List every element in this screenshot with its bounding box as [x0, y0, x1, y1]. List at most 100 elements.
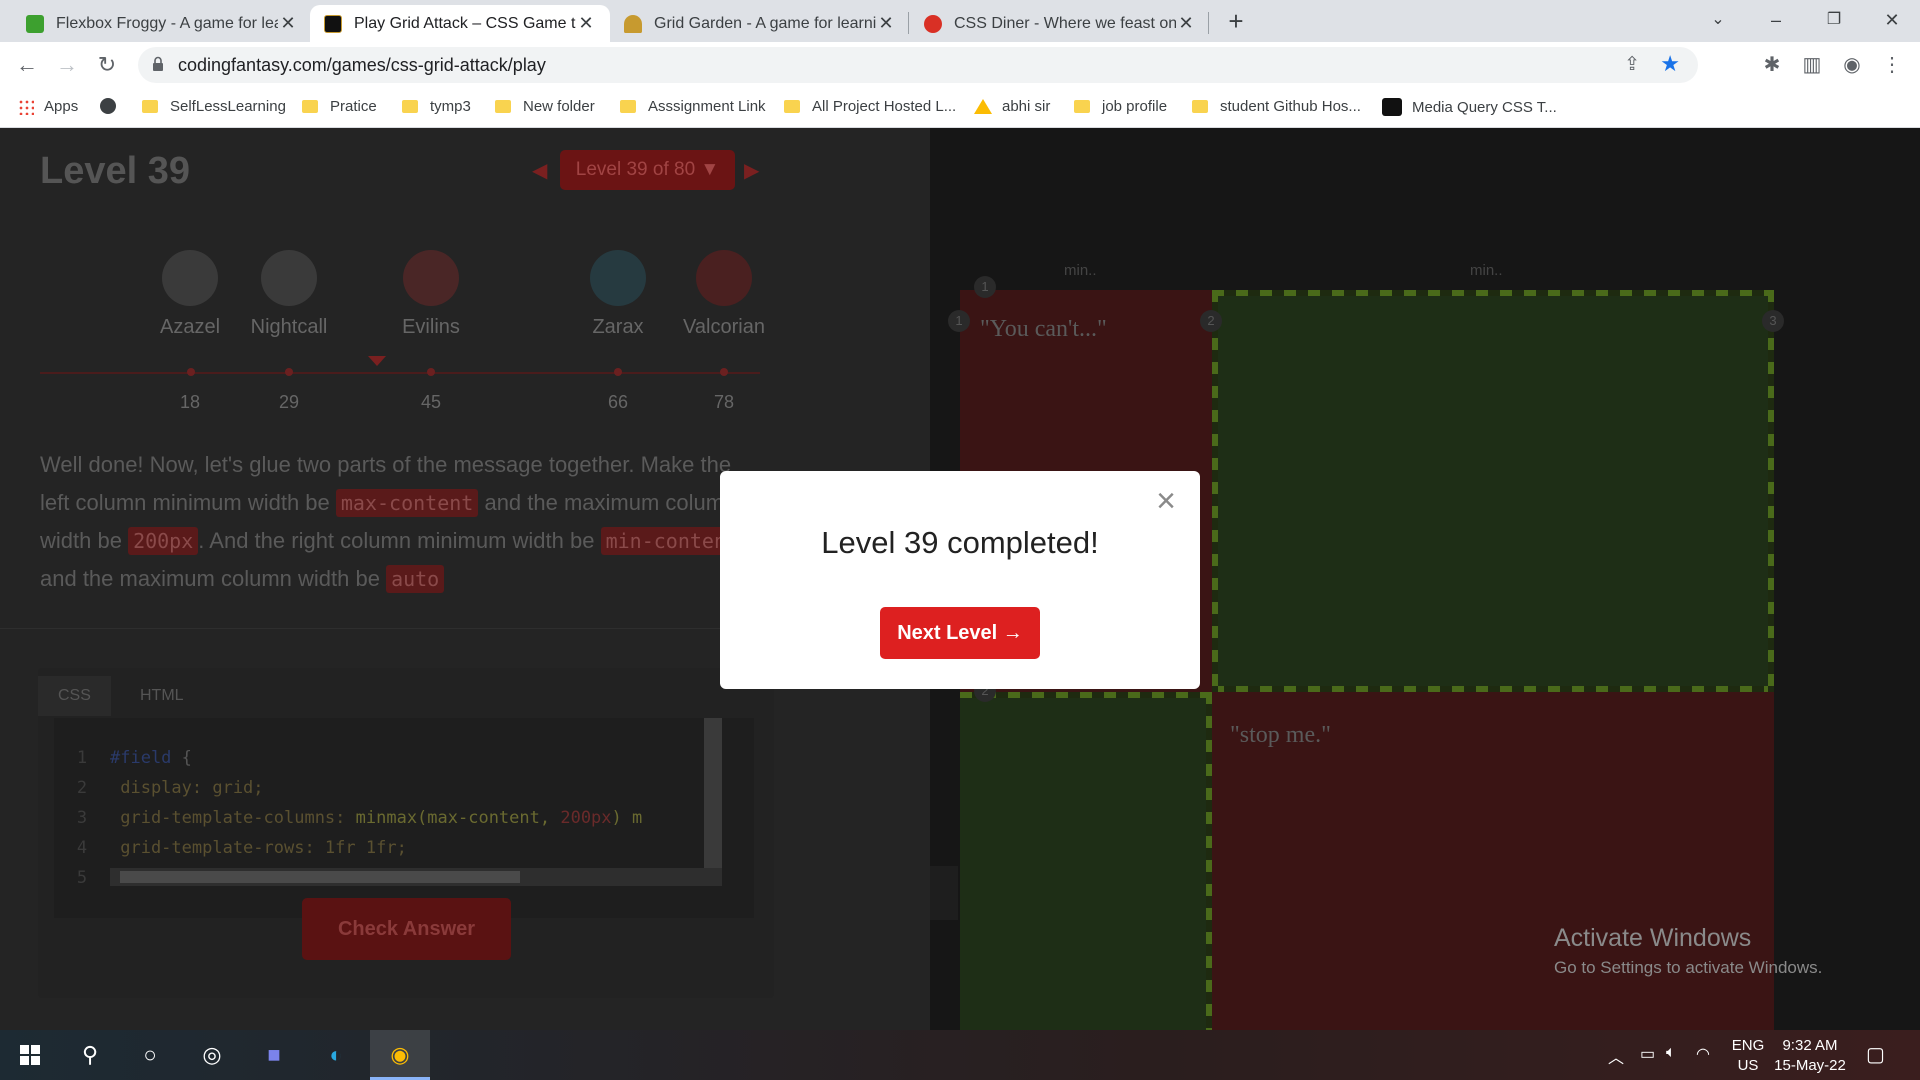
back-button[interactable]: ← [12, 50, 42, 80]
zarax-avatar [590, 250, 646, 306]
battery-icon[interactable]: ▭ [1640, 1044, 1655, 1064]
progress-dot [427, 368, 435, 376]
valcorian-avatar [696, 250, 752, 306]
tab-divider [1208, 12, 1209, 34]
minimize-button[interactable]: – [1748, 0, 1804, 42]
bookmark-all-project-hosted[interactable]: All Project Hosted L... [784, 98, 956, 115]
input-language[interactable]: ENG US [1728, 1036, 1768, 1076]
omnibox[interactable]: codingfantasy.com/games/css-grid-attack/… [138, 47, 1698, 83]
column-label: min.. [1470, 262, 1503, 279]
grid-highlight-border [1212, 686, 1774, 692]
apps-grid-icon [18, 98, 34, 115]
close-tab-icon[interactable]: ✕ [576, 13, 596, 34]
bookmark-selflesslearning[interactable]: SelfLessLearning [142, 98, 286, 115]
bookmark-media-query[interactable]: Media Query CSS T... [1382, 98, 1557, 116]
bookmark-new-folder[interactable]: New folder [495, 98, 595, 115]
close-window-button[interactable]: ✕ [1864, 0, 1920, 42]
close-tab-icon[interactable]: ✕ [278, 13, 298, 34]
enemy-zarax: Zarax 66 [568, 250, 668, 412]
level-selector[interactable]: Level 39 of 80 ▼ [560, 150, 735, 190]
check-answer-button[interactable]: Check Answer [302, 898, 511, 960]
bookmark-tymp3[interactable]: tymp3 [402, 98, 471, 115]
language-code: ENG [1731, 1037, 1765, 1054]
cortana-icon[interactable]: ○ [120, 1030, 180, 1080]
field-side-handle[interactable] [930, 866, 958, 920]
next-level-arrow-icon[interactable]: ▶ [744, 158, 759, 183]
tab-grid-garden[interactable]: Grid Garden - A game for learnin ✕ [610, 5, 910, 42]
bookmark-label: New folder [523, 98, 595, 115]
tab-search-chevron-icon[interactable]: ⌄ [1690, 0, 1746, 42]
bookmark-label: abhi sir [1002, 98, 1051, 115]
notifications-icon[interactable]: ▢ [1866, 1042, 1885, 1067]
grid-highlight-border [1768, 290, 1774, 692]
enemy-valcorian: Valcorian 78 [674, 250, 774, 412]
forward-button[interactable]: → [52, 50, 82, 80]
next-level-button[interactable]: Next Level → [880, 607, 1040, 659]
enemy-level: 29 [278, 392, 300, 412]
search-icon[interactable]: ⚲ [60, 1030, 120, 1080]
extensions-puzzle-icon[interactable]: ✱ [1758, 51, 1786, 79]
bookmark-label: tymp3 [430, 98, 471, 115]
previous-level-arrow-icon[interactable]: ◀ [532, 158, 547, 183]
close-icon[interactable]: × [1150, 484, 1182, 518]
media-player-icon[interactable]: ◎ [182, 1030, 242, 1080]
reload-button[interactable]: ↻ [92, 50, 122, 80]
new-tab-button[interactable]: + [1220, 5, 1252, 37]
globe-icon [100, 98, 116, 114]
start-button[interactable] [0, 1030, 60, 1080]
tab-css-diner[interactable]: CSS Diner - Where we feast on C ✕ [910, 5, 1210, 42]
scrollbar-thumb[interactable] [120, 871, 520, 883]
bookmark-globe[interactable] [100, 98, 126, 114]
tab-flexbox-froggy[interactable]: Flexbox Froggy - A game for lear ✕ [12, 5, 312, 42]
tab-divider [908, 12, 909, 34]
code-editor: CSS HTML 1 #field { 2 display: grid; 3 gr… [38, 668, 774, 998]
bookmark-abhi-sir[interactable]: abhi sir [974, 98, 1050, 115]
menu-kebab-icon[interactable]: ⋮ [1878, 51, 1906, 79]
bookmark-star-icon[interactable]: ★ [1660, 51, 1680, 77]
grid-highlight-border [1212, 290, 1774, 296]
editor-horizontal-scrollbar[interactable] [110, 868, 722, 886]
grid-cell-green-top-right [1212, 290, 1774, 692]
frog-favicon-icon [26, 14, 44, 33]
show-hidden-icons-chevron-icon[interactable]: ︿ [1608, 1044, 1624, 1068]
line-number: 3 [76, 808, 88, 828]
enemy-progress-track [40, 372, 760, 374]
nightcall-avatar [261, 250, 317, 306]
bookmark-label: Apps [44, 98, 79, 115]
code-line: 2 display: grid; [54, 778, 264, 798]
carrot-favicon-icon [624, 14, 642, 33]
line-number: 1 [76, 748, 88, 768]
system-clock[interactable]: 9:32 AM 15-May-22 [1772, 1036, 1848, 1076]
bookmark-apps[interactable]: Apps [18, 98, 78, 115]
bookmarks-bar: Apps SelfLessLearning Pratice tymp3 New … [0, 88, 1920, 128]
restore-button[interactable]: ❐ [1806, 0, 1862, 42]
code-text: 200px [560, 808, 612, 828]
tab-title: Flexbox Froggy - A game for lear [56, 14, 278, 32]
clock-time: 9:32 AM [1782, 1037, 1838, 1054]
code-selector: #field [110, 748, 172, 768]
editor-tab-html[interactable]: HTML [120, 676, 204, 716]
wifi-icon[interactable]: ◠ [1696, 1044, 1710, 1064]
close-tab-icon[interactable]: ✕ [1176, 13, 1196, 34]
bookmark-assignment-link[interactable]: Asssignment Link [620, 98, 766, 115]
share-icon[interactable]: ⇪ [1624, 53, 1640, 76]
bookmark-pratice[interactable]: Pratice [302, 98, 377, 115]
line-number: 4 [76, 838, 88, 858]
chrome-taskbar-icon[interactable]: ◉ [370, 1030, 430, 1080]
edge-icon[interactable]: ◐ [306, 1030, 366, 1080]
bookmark-student-github[interactable]: student Github Hos... [1192, 98, 1361, 115]
enemy-level: 66 [607, 392, 629, 412]
editor-tab-css[interactable]: CSS [38, 676, 111, 716]
folder-icon [142, 100, 158, 113]
profile-avatar-icon[interactable]: ◉ [1838, 51, 1866, 79]
close-tab-icon[interactable]: ✕ [876, 13, 896, 34]
side-panel-icon[interactable]: ▥ [1798, 51, 1826, 79]
code-input[interactable]: 1 #field { 2 display: grid; 3 grid-templa… [54, 718, 754, 918]
editor-vertical-scrollbar[interactable] [704, 718, 722, 868]
bookmark-job-profile[interactable]: job profile [1074, 98, 1167, 115]
teams-icon[interactable]: ■ [244, 1030, 304, 1080]
tab-grid-attack[interactable]: Play Grid Attack – CSS Game to l ✕ [310, 5, 610, 42]
enemy-name: Zarax [592, 316, 644, 338]
folder-icon [495, 100, 511, 113]
volume-icon[interactable]: 🔈︎ [1666, 1044, 1676, 1062]
